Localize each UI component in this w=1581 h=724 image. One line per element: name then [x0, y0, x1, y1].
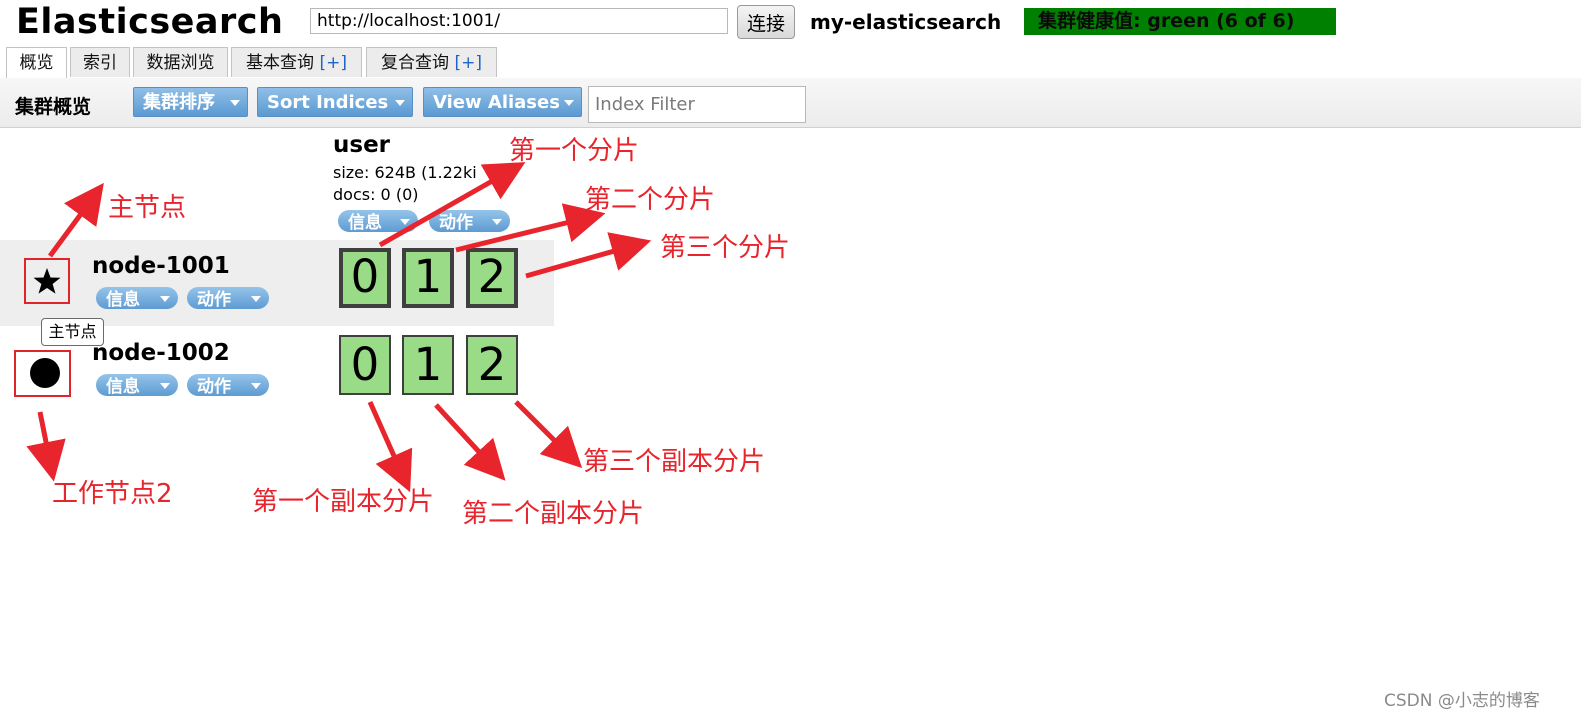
index-docs: docs: 0 (0) [333, 185, 419, 204]
tab-basic-query[interactable]: 基本查询 [+] [231, 47, 362, 77]
index-filter-input[interactable] [588, 86, 806, 123]
app-title: Elasticsearch [16, 2, 284, 42]
index-action-button[interactable]: 动作 [429, 210, 510, 232]
watermark: CSDN @小志的博客 [1384, 691, 1540, 711]
cluster-health-badge: 集群健康值: green (6 of 6) [1024, 8, 1336, 35]
replica-shard[interactable]: 0 [339, 335, 391, 395]
arrow-shard-1 [378, 162, 526, 248]
button-label: View Aliases [433, 92, 560, 113]
button-label: 集群排序 [143, 92, 215, 113]
annotation-worker-node: 工作节点2 [52, 479, 173, 509]
tab-label: 基本查询 [246, 53, 315, 73]
annotation-replica-2: 第二个副本分片 [462, 499, 645, 529]
tab-label: 复合查询 [381, 53, 450, 73]
caret-down-icon [395, 100, 405, 106]
caret-down-icon [251, 383, 261, 389]
arrow-worker-node [26, 411, 66, 482]
replica-shard[interactable]: 2 [466, 335, 518, 395]
cluster-name: my-elasticsearch [810, 10, 1002, 34]
tab-overview[interactable]: 概览 [6, 47, 67, 80]
caret-down-icon [492, 219, 502, 225]
button-label: Sort Indices [267, 92, 389, 113]
connect-button[interactable]: 连接 [737, 5, 795, 39]
node-action-button[interactable]: 动作 [187, 287, 269, 309]
annotation-replica-1: 第一个副本分片 [252, 487, 435, 517]
caret-down-icon [564, 100, 574, 106]
tab-bar: 概览 索引 数据浏览 基本查询 [+] 复合查询 [+] [0, 45, 1581, 80]
arrow-replica-2 [434, 403, 506, 481]
sort-indices-button[interactable]: Sort Indices [257, 87, 413, 117]
tab-indices[interactable]: 索引 [70, 47, 130, 77]
arrow-replica-1 [367, 400, 413, 493]
tab-plus[interactable]: [+] [319, 53, 347, 73]
button-label: 信息 [348, 213, 382, 232]
index-info-button[interactable]: 信息 [338, 210, 418, 232]
primary-shard[interactable]: 0 [339, 248, 391, 308]
star-icon [33, 268, 61, 294]
toolbar-title: 集群概览 [15, 96, 92, 118]
button-label: 信息 [106, 377, 140, 396]
annotation-shard-1: 第一个分片 [509, 136, 640, 166]
annotation-shard-2: 第二个分片 [585, 185, 716, 215]
tab-label: 数据浏览 [146, 53, 215, 73]
node-name: node-1002 [92, 340, 230, 366]
tab-label: 索引 [83, 53, 117, 73]
caret-down-icon [230, 100, 240, 106]
button-label: 信息 [106, 290, 140, 309]
circle-icon [30, 358, 60, 388]
annotation-master-node: 主节点 [108, 193, 187, 223]
annotation-replica-3: 第三个副本分片 [583, 447, 766, 477]
arrow-replica-3 [514, 400, 583, 469]
caret-down-icon [251, 296, 261, 302]
view-aliases-button[interactable]: View Aliases [423, 87, 582, 117]
caret-down-icon [400, 219, 410, 225]
annotation-shard-3: 第三个分片 [660, 233, 791, 263]
node-icon-frame [24, 258, 70, 304]
tab-data-browser[interactable]: 数据浏览 [133, 47, 228, 77]
caret-down-icon [160, 296, 170, 302]
index-name: user [333, 132, 391, 158]
button-label: 动作 [197, 377, 231, 396]
node-name: node-1001 [92, 253, 230, 279]
caret-down-icon [160, 383, 170, 389]
replica-shard[interactable]: 1 [402, 335, 454, 395]
node-action-button[interactable]: 动作 [187, 374, 269, 396]
node-icon-frame [14, 350, 71, 397]
button-label: 动作 [439, 213, 473, 232]
index-size: size: 624B (1.22ki [333, 163, 477, 182]
tab-plus[interactable]: [+] [454, 53, 482, 73]
primary-shard[interactable]: 1 [402, 248, 454, 308]
primary-shard[interactable]: 2 [466, 248, 518, 308]
tab-label: 概览 [19, 53, 54, 73]
tab-compound-query[interactable]: 复合查询 [+] [366, 47, 497, 77]
url-input[interactable] [310, 8, 728, 34]
node-info-button[interactable]: 信息 [96, 374, 178, 396]
button-label: 动作 [197, 290, 231, 309]
cluster-sort-button[interactable]: 集群排序 [133, 87, 248, 117]
node-info-button[interactable]: 信息 [96, 287, 178, 309]
